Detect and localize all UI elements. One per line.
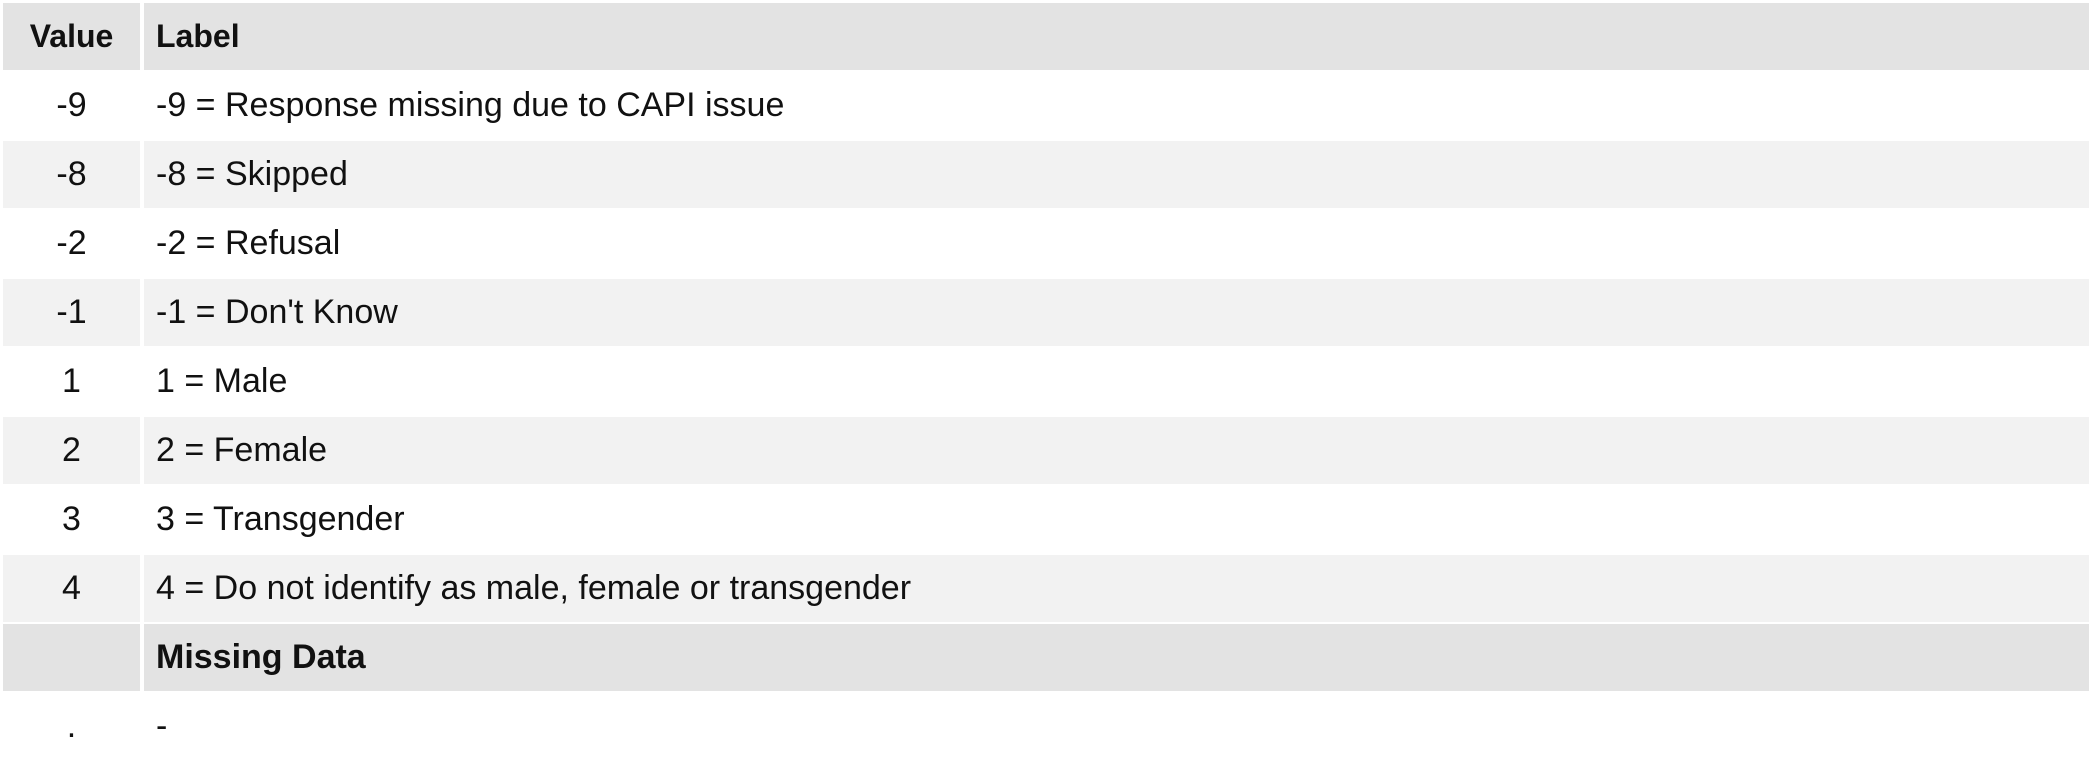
label-cell: 1 = Male (144, 348, 2089, 417)
table-row: -9 -9 = Response missing due to CAPI iss… (3, 72, 2089, 141)
table-row: 2 2 = Female (3, 417, 2089, 486)
label-cell: -8 = Skipped (144, 141, 2089, 210)
table-row: 3 3 = Transgender (3, 486, 2089, 555)
value-column-header: Value (3, 3, 144, 72)
table-row: 1 1 = Male (3, 348, 2089, 417)
value-cell: 1 (3, 348, 144, 417)
missing-data-title: Missing Data (144, 624, 2089, 693)
table-row: -1 -1 = Don't Know (3, 279, 2089, 348)
table-row: 4 4 = Do not identify as male, female or… (3, 555, 2089, 624)
label-cell: 2 = Female (144, 417, 2089, 486)
table-row: . - (3, 693, 2089, 762)
value-label-table: Value Label -9 -9 = Response missing due… (3, 3, 2089, 762)
section-value-cell (3, 624, 144, 693)
value-cell: . (3, 693, 144, 762)
table-row: -2 -2 = Refusal (3, 210, 2089, 279)
label-column-header: Label (144, 3, 2089, 72)
value-cell: -8 (3, 141, 144, 210)
value-cell: 3 (3, 486, 144, 555)
value-cell: 2 (3, 417, 144, 486)
label-cell: -2 = Refusal (144, 210, 2089, 279)
value-cell: -1 (3, 279, 144, 348)
value-cell: -9 (3, 72, 144, 141)
value-cell: -2 (3, 210, 144, 279)
table-header-row: Value Label (3, 3, 2089, 72)
missing-data-section-header: Missing Data (3, 624, 2089, 693)
label-cell: -9 = Response missing due to CAPI issue (144, 72, 2089, 141)
table-row: -8 -8 = Skipped (3, 141, 2089, 210)
label-cell: - (144, 693, 2089, 762)
value-cell: 4 (3, 555, 144, 624)
label-cell: 4 = Do not identify as male, female or t… (144, 555, 2089, 624)
label-cell: 3 = Transgender (144, 486, 2089, 555)
label-cell: -1 = Don't Know (144, 279, 2089, 348)
